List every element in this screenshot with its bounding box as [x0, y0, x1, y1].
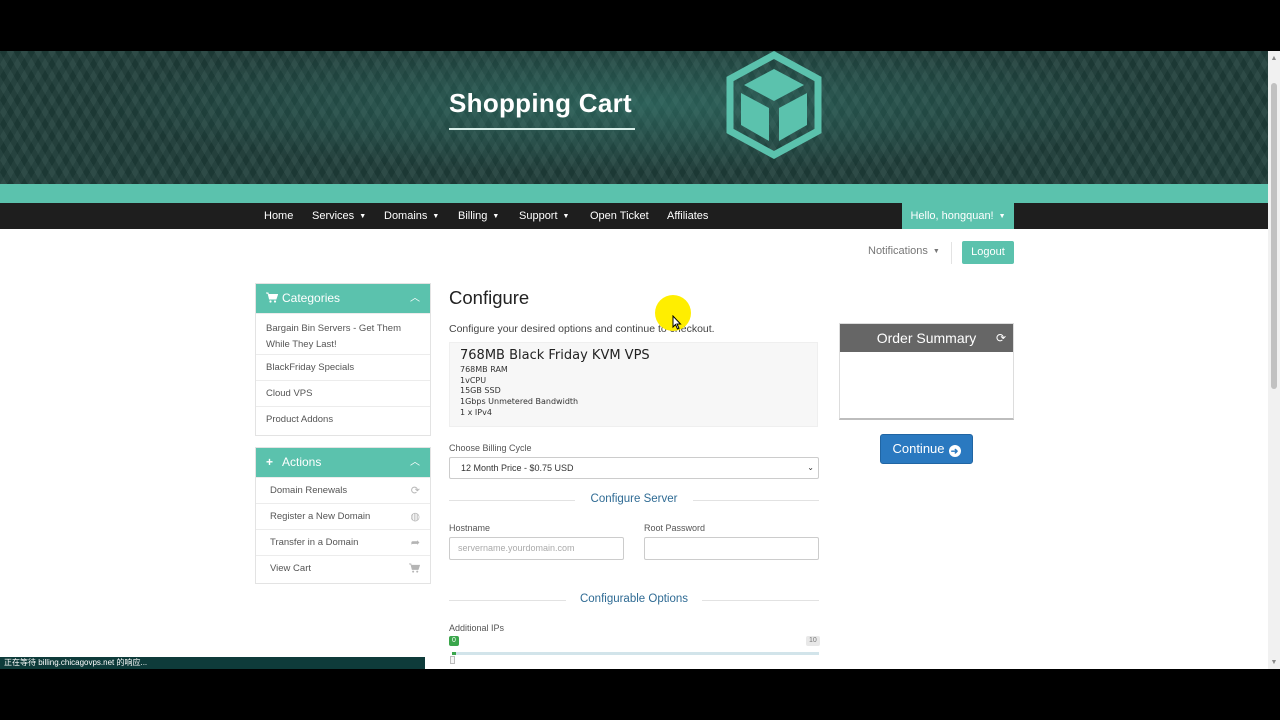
additional-ips-slider-fill: [452, 652, 456, 655]
topbar-divider: [951, 242, 952, 264]
caret-down-icon: ▼: [432, 213, 440, 220]
share-icon: ➦: [410, 537, 420, 549]
header-accent-band: [0, 184, 1268, 203]
chevron-up-icon[interactable]: ︿: [410, 284, 420, 313]
main-navbar: Home Services ▼ Domains ▼ Billing ▼ Support…: [0, 203, 1268, 229]
cube-logo-icon: [726, 51, 822, 159]
slider-max-label: 10: [806, 636, 820, 646]
cart-icon: [266, 284, 279, 313]
action-register-domain[interactable]: Register a New Domain ◍: [256, 503, 430, 529]
user-menu[interactable]: Hello, hongquan! ▼: [902, 203, 1014, 229]
logout-button[interactable]: Logout: [962, 241, 1014, 264]
nav-open-ticket[interactable]: Open Ticket: [590, 203, 649, 229]
browser-viewport: Shopping Cart Home Services ▼ Domains ▼ Bi…: [0, 51, 1268, 669]
order-summary-header: Order Summary ⟳: [840, 324, 1013, 352]
notifications-dropdown[interactable]: Notifications ▼: [868, 245, 940, 257]
configurable-options-heading: Configurable Options: [579, 593, 689, 605]
caret-down-icon: ▼: [932, 248, 940, 255]
mouse-cursor-icon: [672, 315, 682, 330]
continue-button[interactable]: Continue ➜: [880, 434, 973, 464]
page-header-title: Shopping Cart: [449, 88, 632, 118]
additional-ips-label: Additional IPs: [449, 623, 505, 633]
caret-down-icon: ▼: [562, 213, 570, 220]
category-item-blackfriday[interactable]: BlackFriday Specials: [256, 354, 430, 380]
categories-panel-title: Categories: [282, 291, 341, 305]
nav-billing[interactable]: Billing ▼: [458, 203, 499, 229]
arrow-right-circle-icon: ➜: [948, 445, 961, 457]
product-info-box: 768MB Black Friday KVM VPS 768MB RAM 1vC…: [449, 342, 818, 427]
scroll-up-arrow-icon[interactable]: ▲: [1268, 53, 1280, 65]
plus-icon: +: [266, 455, 274, 469]
slider-min-label: 0: [449, 636, 459, 646]
nav-affiliates[interactable]: Affiliates: [667, 203, 708, 229]
category-item-cloud-vps[interactable]: Cloud VPS: [256, 380, 430, 406]
action-transfer-domain[interactable]: Transfer in a Domain ➦: [256, 529, 430, 555]
product-spec: 768MB RAM: [460, 365, 508, 374]
nav-domains[interactable]: Domains ▼: [384, 203, 439, 229]
nav-support[interactable]: Support ▼: [519, 203, 569, 229]
actions-panel: + Actions ︿ Domain Renewals ⟳ Register a …: [255, 447, 431, 584]
additional-ips-slider-track[interactable]: [452, 652, 819, 655]
actions-panel-header[interactable]: + Actions ︿: [256, 448, 430, 477]
category-item-product-addons[interactable]: Product Addons: [256, 406, 430, 432]
configure-server-heading: Configure Server: [590, 493, 678, 505]
caret-down-icon: ▼: [359, 213, 367, 220]
category-item-bargain-bin[interactable]: Bargain Bin Servers - Get Them While The…: [256, 313, 430, 354]
billing-cycle-label: Choose Billing Cycle: [449, 443, 532, 453]
order-summary-panel: Order Summary ⟳: [839, 323, 1014, 420]
product-spec: 15GB SSD: [460, 386, 501, 395]
additional-ips-slider-handle[interactable]: [450, 656, 455, 664]
product-spec: 1vCPU: [460, 376, 487, 385]
product-spec: 1Gbps Unmetered Bandwidth: [460, 397, 579, 406]
refresh-icon[interactable]: ⟳: [996, 324, 1006, 352]
product-name: 768MB Black Friday KVM VPS: [460, 348, 650, 363]
site-header: Shopping Cart: [0, 51, 1268, 184]
root-password-label: Root Password: [644, 523, 706, 533]
scroll-down-arrow-icon[interactable]: ▼: [1268, 657, 1280, 669]
action-domain-renewals[interactable]: Domain Renewals ⟳: [256, 477, 430, 503]
product-spec: 1 x IPv4: [460, 408, 492, 417]
action-view-cart[interactable]: View Cart: [256, 555, 430, 581]
nav-services[interactable]: Services ▼: [312, 203, 366, 229]
header-title-underline: [449, 128, 635, 130]
hostname-input[interactable]: servername.yourdomain.com: [449, 537, 624, 560]
refresh-icon: ⟳: [410, 485, 420, 497]
billing-cycle-select[interactable]: 12 Month Price - $0.75 USD ⌄: [449, 457, 819, 479]
root-password-input[interactable]: [644, 537, 819, 560]
page-title: Configure: [449, 287, 530, 308]
globe-icon: ◍: [410, 511, 420, 523]
caret-down-icon: ▼: [492, 213, 500, 220]
browser-status-bar: 正在等待 billing.chicagovps.net 的响应...: [0, 657, 425, 669]
caret-down-icon: ▼: [998, 213, 1006, 220]
cart-icon: [409, 556, 421, 582]
chevron-up-icon[interactable]: ︿: [410, 448, 420, 477]
categories-panel: Categories ︿ Bargain Bin Servers - Get T…: [255, 283, 431, 436]
nav-home[interactable]: Home: [264, 203, 293, 229]
vertical-scrollbar[interactable]: ▲ ▼: [1268, 51, 1280, 669]
categories-panel-header[interactable]: Categories ︿: [256, 284, 430, 313]
chevron-down-icon: ⌄: [807, 463, 814, 472]
order-summary-title: Order Summary: [876, 330, 977, 346]
actions-panel-title: Actions: [282, 455, 322, 469]
scrollbar-thumb[interactable]: [1271, 83, 1277, 389]
hostname-label: Hostname: [449, 523, 491, 533]
